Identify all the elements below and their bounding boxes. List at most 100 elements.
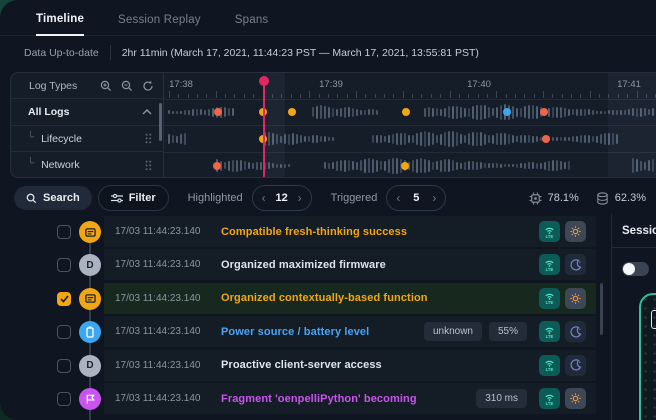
collapse-chevron-icon[interactable] [142,109,152,115]
axis-tick [384,94,385,98]
log-message: Fragment 'oenpelliPython' becoming [221,393,417,405]
log-entry[interactable]: 17/03 11:44:23.140Organized maximized fi… [104,249,596,280]
waveform-bar [436,108,438,116]
timeline-scrollbar[interactable] [159,103,162,141]
filter-button[interactable]: Filter [98,185,169,211]
refresh-icon[interactable] [142,80,154,92]
waveform-bar [332,108,334,116]
zoom-in-icon[interactable] [100,80,112,92]
event-marker-blue[interactable] [503,108,511,116]
playhead-knob[interactable] [259,76,269,86]
light-mode-button[interactable] [565,388,586,409]
time-range-label: 2hr 11min (March 17, 2021, 11:44:23 PST … [122,47,479,59]
waveform-bar [496,133,498,144]
waveform-bar [324,106,326,119]
waveform-bar [444,132,446,146]
timeline-track-all-logs[interactable]: All Logs [11,99,164,126]
log-checkbox[interactable] [57,392,71,406]
axis-tick [253,94,254,98]
track-divider [164,152,656,153]
waveform-bar [500,133,502,145]
lte-network-button[interactable]: LTE [539,388,560,409]
lte-network-button[interactable]: LTE [539,321,560,342]
waveform-bar [572,136,574,141]
waveform-bar [200,109,202,115]
waveform-bar [492,135,494,144]
log-entry[interactable]: 17/03 11:44:23.140Power source / battery… [104,316,596,347]
event-marker-coral[interactable] [214,108,222,116]
search-button[interactable]: Search [14,186,92,210]
log-list-scrollbar[interactable] [600,283,603,335]
lte-network-button[interactable]: LTE [539,355,560,376]
dark-mode-button[interactable] [565,355,586,376]
session-toggle[interactable] [622,262,649,276]
waveform-bar [552,160,554,171]
cpu-metric: 78.1% [529,192,579,205]
log-entry[interactable]: 17/03 11:44:23.140Proactive client-serve… [104,350,596,381]
lte-network-button[interactable]: LTE [539,254,560,275]
lte-network-button[interactable]: LTE [539,221,560,242]
app-window: Timeline Session Replay Spans Data Up-to-d… [0,0,656,420]
log-message: Power source / battery level [221,326,369,338]
event-marker-coral[interactable] [213,162,221,170]
flag-icon [79,388,101,410]
drag-handle-icon[interactable] [145,160,152,171]
highlighted-next-button[interactable]: › [298,192,302,204]
log-message: Organized contextually-based function [221,292,428,304]
axis-tick [216,91,217,98]
light-mode-button[interactable] [565,221,586,242]
waveform-bar [376,110,378,115]
axis-tick [403,91,404,98]
axis-tick [580,94,581,98]
drag-handle-icon[interactable] [145,133,152,144]
axis-tick [431,94,432,98]
waveform-bar [316,106,318,119]
timeline-track-network[interactable]: └Network [11,152,164,178]
log-entry[interactable]: 17/03 11:44:23.140Fragment 'oenpelliPyth… [104,383,596,414]
waveform-bar [232,108,234,116]
zoom-out-icon[interactable] [121,80,133,92]
waveform-bar [512,106,514,119]
dark-mode-button[interactable] [565,321,586,342]
waveform-bar [460,163,462,169]
log-actions: unknown55%LTE [424,321,586,342]
log-entry[interactable]: 17/03 11:44:23.140Compatible fresh-think… [104,216,596,247]
triggered-next-button[interactable]: › [432,192,436,204]
waveform-bar [452,106,454,119]
waveform-bar [340,108,342,117]
tab-timeline[interactable]: Timeline [36,13,84,36]
log-checkbox[interactable] [57,225,71,239]
session-replay-preview[interactable] [639,293,656,420]
waveform-bar [348,160,350,171]
event-marker-amber[interactable] [288,108,296,116]
tab-session-replay[interactable]: Session Replay [118,14,201,35]
event-marker-coral[interactable] [540,108,548,116]
waveform-bar [528,135,530,143]
triggered-prev-button[interactable]: ‹ [396,192,400,204]
axis-tick [244,94,245,98]
waveform-bar [372,109,374,115]
waveform-bar [356,109,358,116]
light-mode-button[interactable] [565,288,586,309]
waveform-bar [480,105,482,121]
lte-network-button[interactable]: LTE [539,288,560,309]
waveform-bar [448,159,450,172]
event-marker-coral[interactable] [542,135,550,143]
timeline-track-lifecycle[interactable]: └Lifecycle [11,126,164,153]
log-entry[interactable]: 17/03 11:44:23.140Organized contextually… [104,283,596,314]
log-timestamp: 17/03 11:44:23.140 [115,393,221,404]
event-marker-amber[interactable] [402,108,410,116]
dark-mode-button[interactable] [565,254,586,275]
info-bar: Data Up-to-date 2hr 11min (March 17, 202… [0,37,656,68]
playhead-line[interactable] [263,76,265,177]
log-checkbox[interactable] [57,292,71,306]
log-checkbox[interactable] [57,325,71,339]
highlighted-prev-button[interactable]: ‹ [262,192,266,204]
waveform-bar [464,108,466,117]
waveform-bar [388,135,390,143]
tab-spans[interactable]: Spans [235,14,269,35]
log-checkbox[interactable] [57,359,71,373]
log-checkbox[interactable] [57,258,71,272]
waveform-bar [184,133,186,145]
event-marker-amber[interactable] [401,162,409,170]
